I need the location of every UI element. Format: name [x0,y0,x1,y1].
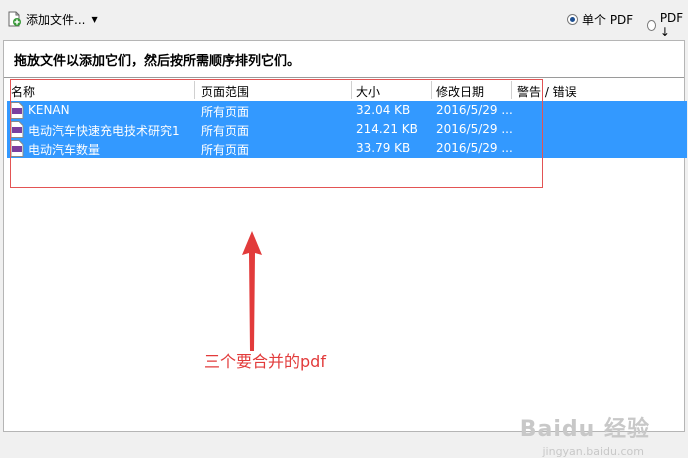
pdf-portfolio-label: PDF ↓ [659,11,684,39]
add-files-button[interactable]: 添加文件... ▼ [6,10,98,28]
single-pdf-radio[interactable] [567,14,578,25]
annotation-text: 三个要合并的pdf [204,352,326,371]
single-pdf-label: 单个 PDF [582,13,634,27]
pdf-portfolio-radio[interactable] [647,19,656,31]
toolbar: 添加文件... ▼ 单个 PDF PDF ↓ [0,0,688,39]
file-list-panel[interactable]: 拖放文件以添加它们，然后按所需顺序排列它们。 名称 页面范围 大小 修改日期 警… [3,40,687,458]
chevron-down-icon[interactable]: ▼ [91,15,97,24]
add-files-label: 添加文件... [26,12,86,27]
highlight-box [10,79,543,188]
pdf-portfolio-option[interactable]: PDF ↓ [647,11,688,39]
divider [4,77,684,78]
add-file-icon [8,11,21,27]
single-pdf-option[interactable]: 单个 PDF [567,11,633,28]
watermark-logo: Baidu 经验 [519,417,650,442]
arrow-up-icon [242,231,262,351]
watermark-url: jingyan.baidu.com [542,445,644,458]
instruction-text: 拖放文件以添加它们，然后按所需顺序排列它们。 [14,54,301,69]
